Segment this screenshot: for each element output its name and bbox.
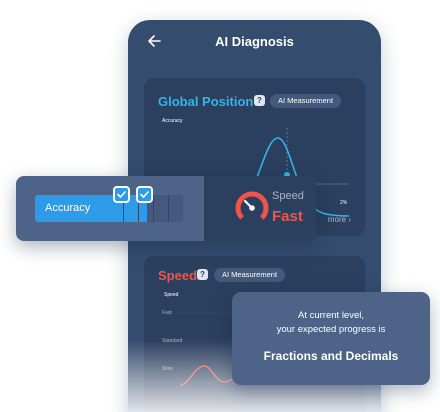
page-title: AI Diagnosis [215,34,294,49]
accuracy-label: Accuracy [45,202,91,214]
check-icon [113,186,130,203]
more-label: more [327,215,347,224]
progress-intro-line: your expected progress is [276,324,386,335]
app-header: AI Diagnosis [128,20,381,64]
progress-intro-line: At current level, [298,310,364,321]
more-link[interactable]: more › [328,215,351,224]
expected-topic: Fractions and Decimals [263,349,399,363]
speed-value: Fast [272,208,303,225]
chevron-right-icon: › [348,215,351,224]
accuracy-level-bar: Accuracy [35,195,183,222]
level-divider [168,195,169,222]
stage: AI Diagnosis Global Position ? AI Measur… [0,0,440,412]
speedometer-icon [235,191,269,225]
accuracy-speed-panel: Accuracy Speed Fast [16,176,316,241]
level-divider [153,195,154,222]
check-icon [136,186,153,203]
speed-box: Speed Fast [204,176,316,241]
percent-label: 2% [340,200,348,206]
speed-label: Speed [272,190,304,202]
expected-progress-card: At current level, your expected progress… [232,292,430,385]
